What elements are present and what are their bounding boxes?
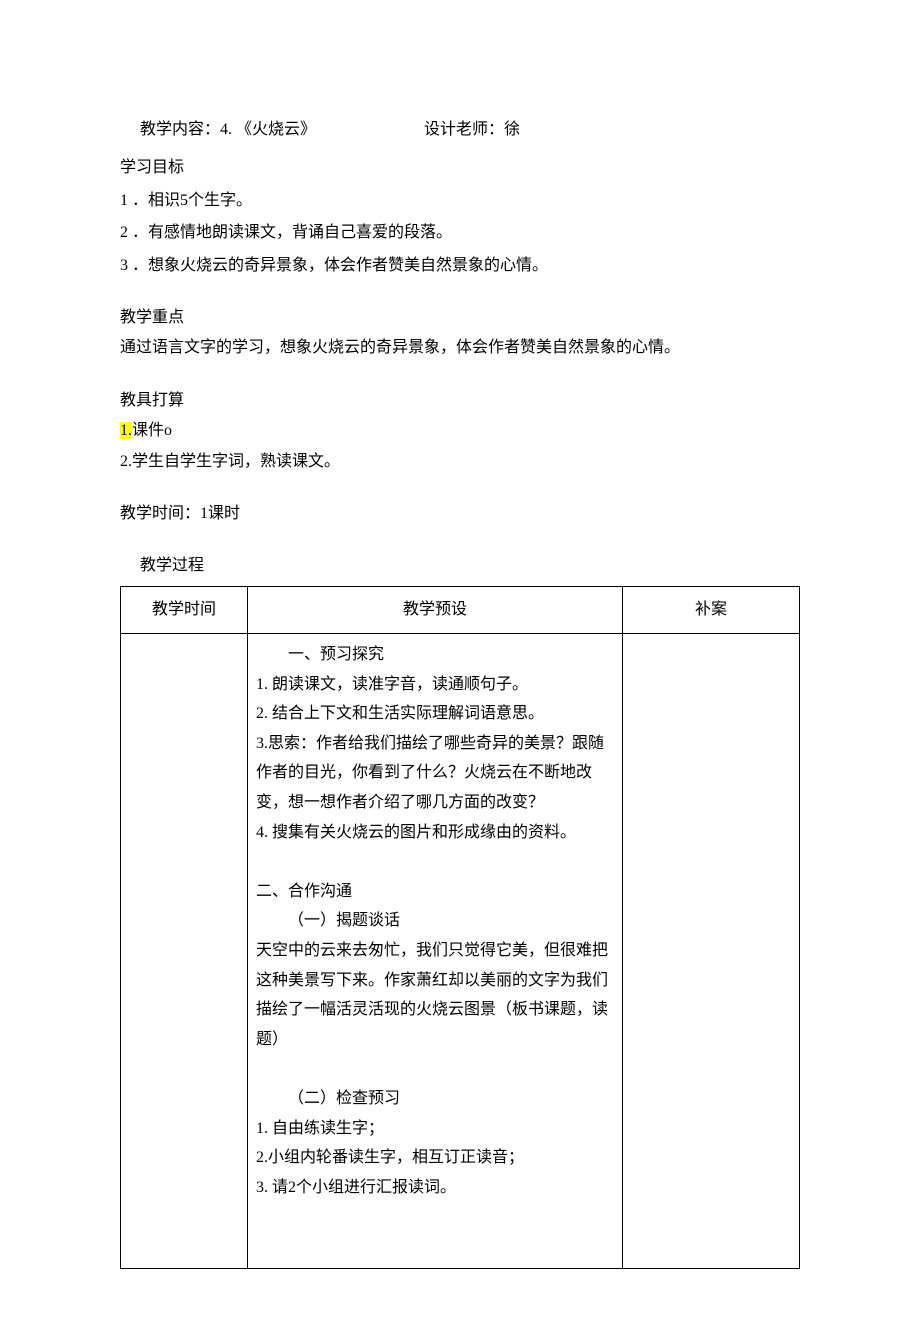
lesson-header: 教学内容：4. 《火烧云》 设计老师：徐: [120, 115, 800, 145]
plan-line: （二）检查预习: [256, 1084, 614, 1114]
tools-item-1: 1.课件o: [120, 416, 800, 446]
goals-item-1: 1 ．相识5个生字。: [120, 186, 800, 216]
goals-item-2: 2 ．有感情地朗读课文，背诵自己喜爱的段落。: [120, 218, 800, 248]
content-label: 教学内容：: [140, 121, 220, 138]
table-header-row: 教学时间 教学预设 补案: [121, 586, 800, 633]
time-value: 1课时: [200, 505, 240, 522]
focus-title: 教学重点: [120, 303, 800, 333]
col-header-plan: 教学预设: [248, 586, 623, 633]
time-block: 教学时间：1课时: [120, 499, 800, 529]
designer-label: 设计老师：: [424, 121, 504, 138]
plan-line: [256, 1054, 614, 1084]
plan-line: 天空中的云来去匆忙，我们只觉得它美，但很难把这种美景写下来。作家萧红却以美丽的文…: [256, 936, 614, 1054]
cell-time: [121, 634, 248, 1268]
col-header-time: 教学时间: [121, 586, 248, 633]
goals-item-3: 3 ．想象火烧云的奇异景象，体会作者赞美自然景象的心情。: [120, 251, 800, 281]
plan-line: 2.小组内轮番读生字，相互订正读音；: [256, 1143, 614, 1173]
content-value: 4. 《火烧云》: [220, 121, 316, 138]
document-page: 教学内容：4. 《火烧云》 设计老师：徐 学习目标 1 ．相识5个生字。 2 ．…: [0, 0, 920, 1329]
col-header-supp: 补案: [623, 586, 800, 633]
focus-block: 教学重点 通过语言文字的学习，想象火烧云的奇异景象，体会作者赞美自然景象的心情。: [120, 303, 800, 364]
tools-block: 教具打算 1.课件o 2.学生自学生字词，熟读课文。: [120, 386, 800, 477]
plan-line: 4. 搜集有关火烧云的图片和形成缘由的资料。: [256, 818, 614, 848]
plan-line: [256, 1232, 614, 1262]
tools-item-1-rest: 课件o: [132, 422, 172, 439]
designer-label-group: 设计老师：徐: [424, 115, 520, 145]
tools-item-1-prefix: 1.: [120, 422, 132, 439]
plan-line: 2. 结合上下文和生活实际理解词语意思。: [256, 699, 614, 729]
focus-body: 通过语言文字的学习，想象火烧云的奇异景象，体会作者赞美自然景象的心情。: [120, 333, 800, 363]
plan-line: 1. 朗读课文，读准字音，读通顺句子。: [256, 670, 614, 700]
plan-line: [256, 847, 614, 877]
content-label-group: 教学内容：4. 《火烧云》: [140, 115, 420, 145]
table-body: 一、预习探究1. 朗读课文，读准字音，读通顺句子。2. 结合上下文和生活实际理解…: [121, 634, 800, 1268]
cell-plan: 一、预习探究1. 朗读课文，读准字音，读通顺句子。2. 结合上下文和生活实际理解…: [248, 634, 623, 1268]
goals-title: 学习目标: [120, 153, 800, 183]
tools-item-2: 2.学生自学生字词，熟读课文。: [120, 447, 800, 477]
cell-supp: [623, 634, 800, 1268]
plan-line: 二、合作沟通: [256, 877, 614, 907]
table-row: 一、预习探究1. 朗读课文，读准字音，读通顺句子。2. 结合上下文和生活实际理解…: [121, 634, 800, 1268]
plan-line: 3. 请2个小组进行汇报读词。: [256, 1173, 614, 1203]
process-table: 教学时间 教学预设 补案 一、预习探究1. 朗读课文，读准字音，读通顺句子。2.…: [120, 586, 800, 1269]
time-label: 教学时间：: [120, 505, 200, 522]
process-title: 教学过程: [120, 551, 800, 581]
tools-title: 教具打算: [120, 386, 800, 416]
plan-line: [256, 1202, 614, 1232]
designer-value: 徐: [504, 121, 520, 138]
plan-line: （一）揭题谈话: [256, 906, 614, 936]
plan-line: 1. 自由练读生字；: [256, 1114, 614, 1144]
plan-line: 一、预习探究: [256, 640, 614, 670]
plan-line: 3.思索：作者给我们描绘了哪些奇异的美景？跟随作者的目光，你看到了什么？火烧云在…: [256, 729, 614, 818]
